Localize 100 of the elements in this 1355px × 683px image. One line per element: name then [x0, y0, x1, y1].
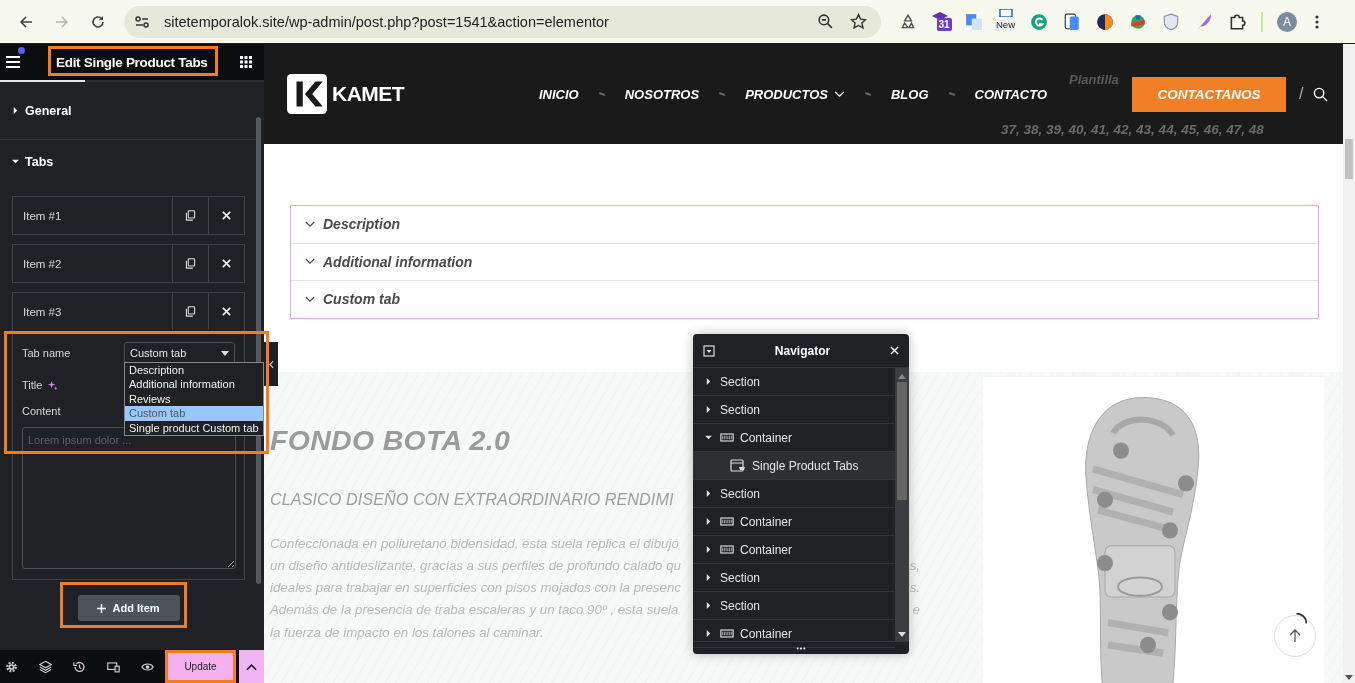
- navigator-item[interactable]: Container: [693, 508, 895, 536]
- description-text: Confeccionada en poliuretano bidensidad, esta suela replica el dibujo: [270, 534, 679, 553]
- section-header[interactable]: Tabs: [0, 140, 256, 183]
- copy-icon: [185, 306, 196, 317]
- star-icon[interactable]: [850, 13, 867, 30]
- navigator-item[interactable]: Container: [693, 620, 895, 648]
- product-subtitle: CLASICO DISEÑO CON EXTRAORDINARIO RENDIMI: [270, 489, 674, 509]
- screen-icon: [998, 8, 1014, 17]
- nav-link[interactable]: BLOG: [890, 86, 929, 102]
- product-title: FONDO BOTA 2.0: [270, 423, 511, 457]
- accordion-item[interactable]: Additional information: [291, 242, 1318, 280]
- globe-icon[interactable]: [1128, 12, 1147, 31]
- phone-icon[interactable]: [1062, 12, 1081, 31]
- menu-icon[interactable]: [1315, 13, 1319, 30]
- field-label: Title: [22, 379, 43, 391]
- triangle-icon[interactable]: [705, 546, 712, 553]
- description-text: s,: [909, 556, 920, 575]
- description-text: un diseño antideslizante, gracias a sus perfiles de profundo calado qu: [270, 556, 681, 575]
- nav-link[interactable]: PRODUCTOS: [745, 86, 845, 102]
- navigator-item[interactable]: Container: [693, 536, 895, 564]
- close-icon[interactable]: [890, 346, 899, 355]
- news-extension[interactable]: New: [995, 8, 1017, 35]
- copy-icon: [185, 210, 196, 221]
- item-title[interactable]: Item #2: [13, 245, 172, 282]
- save-options-button[interactable]: [239, 650, 264, 683]
- description-text: la fuerza de impacto en los talones al caminar.: [270, 623, 544, 642]
- half-circle-icon[interactable]: [1095, 12, 1114, 31]
- item-title[interactable]: Item #1: [13, 197, 172, 234]
- scrollbar-thumb[interactable]: [1345, 139, 1353, 179]
- table-cell: 37, 38, 39, 40, 41, 42, 43, 44, 45, 46, 47, 48: [1001, 122, 1264, 137]
- item-title[interactable]: Item #3: [13, 293, 172, 330]
- logo-text[interactable]: KAMET: [332, 82, 405, 106]
- scrollbar-thumb[interactable]: [256, 117, 261, 584]
- container-icon: [720, 629, 734, 638]
- chevron-down-icon: [305, 295, 315, 303]
- dropdown-option[interactable]: Reviews: [125, 391, 263, 407]
- section-header[interactable]: General: [0, 82, 256, 140]
- description-text: ideales para trabajar en superficies con pisos mojados con la presenc: [270, 579, 681, 598]
- nav-link[interactable]: NOSOTROS: [624, 86, 700, 102]
- zoom-icon[interactable]: [817, 13, 834, 30]
- panel-title: Edit Single Product Tabs: [56, 54, 208, 70]
- close-icon: [221, 210, 232, 221]
- dropdown-option[interactable]: Additional information: [125, 377, 263, 392]
- dropdown-option[interactable]: Description: [125, 363, 263, 378]
- plus-icon: [97, 603, 107, 613]
- logo-icon[interactable]: [286, 73, 328, 115]
- container-icon: [720, 545, 734, 554]
- grid-icon[interactable]: [240, 56, 252, 68]
- url-text: sitetemporalok.site/wp-admin/post.php?post=1541&action=elementor: [164, 13, 610, 30]
- collapse-icon[interactable]: [703, 344, 715, 357]
- site-info-icon[interactable]: [134, 13, 150, 30]
- copy-icon: [185, 258, 196, 269]
- nav-link[interactable]: INICIO: [539, 86, 579, 102]
- grammar-icon[interactable]: [1029, 12, 1048, 31]
- triangle-icon[interactable]: [705, 490, 712, 497]
- scroll-up-icon[interactable]: [898, 374, 906, 379]
- triangle-icon[interactable]: [705, 518, 712, 525]
- navigator-item[interactable]: Single Product Tabs: [693, 452, 895, 480]
- field-label: Tab name: [22, 347, 71, 359]
- reload-icon[interactable]: [90, 13, 106, 30]
- accordion-item[interactable]: Description: [291, 206, 1318, 243]
- widget-icon: [730, 458, 746, 473]
- dropdown-option[interactable]: Custom tab: [125, 406, 263, 421]
- scroll-down-icon[interactable]: [898, 632, 906, 637]
- description-text: e: [912, 601, 920, 620]
- container-icon: [720, 517, 734, 526]
- shield-icon[interactable]: [1161, 12, 1180, 31]
- menu-icon[interactable]: [5, 55, 21, 69]
- sparkle-icon[interactable]: [47, 379, 59, 391]
- caret-icon: [221, 350, 229, 356]
- triangle-icon[interactable]: [705, 630, 712, 637]
- triangle-icon[interactable]: [705, 574, 712, 581]
- chevron-down-icon: [305, 258, 315, 266]
- triangle-icon: [12, 158, 19, 165]
- back-icon[interactable]: [18, 13, 34, 30]
- close-icon: [221, 258, 232, 269]
- triangle-icon[interactable]: [705, 434, 712, 441]
- arrow-up-icon: [1287, 628, 1303, 644]
- triangle-icon[interactable]: [705, 602, 712, 609]
- settings-icon[interactable]: [5, 659, 18, 674]
- scroll-down-icon[interactable]: [1345, 675, 1353, 680]
- accordion-item[interactable]: Custom tab: [291, 280, 1318, 318]
- layers-icon[interactable]: [39, 659, 52, 674]
- separator-text: /: [1299, 85, 1304, 103]
- triangle-icon[interactable]: [705, 378, 712, 385]
- chevron-left-icon: [268, 359, 274, 369]
- drag-handle-icon[interactable]: [796, 646, 806, 650]
- history-icon[interactable]: [73, 659, 86, 674]
- nav-link[interactable]: CONTACTO: [974, 86, 1047, 102]
- add-item-button[interactable]: Add Item: [77, 595, 180, 621]
- responsive-icon[interactable]: [107, 659, 120, 674]
- close-icon: [221, 306, 232, 317]
- triangle-icon[interactable]: [705, 406, 712, 413]
- address-bar[interactable]: sitetemporalok.site/wp-admin/post.php?post=1541&action=elementor: [124, 5, 881, 38]
- search-icon[interactable]: [1313, 86, 1329, 102]
- translate-icon[interactable]: [964, 12, 983, 31]
- chevron-up-icon: [246, 662, 257, 671]
- navigator-title: Navigator: [773, 343, 832, 358]
- calendar-extension[interactable]: 31: [931, 9, 950, 34]
- scrollbar-thumb[interactable]: [897, 382, 907, 500]
